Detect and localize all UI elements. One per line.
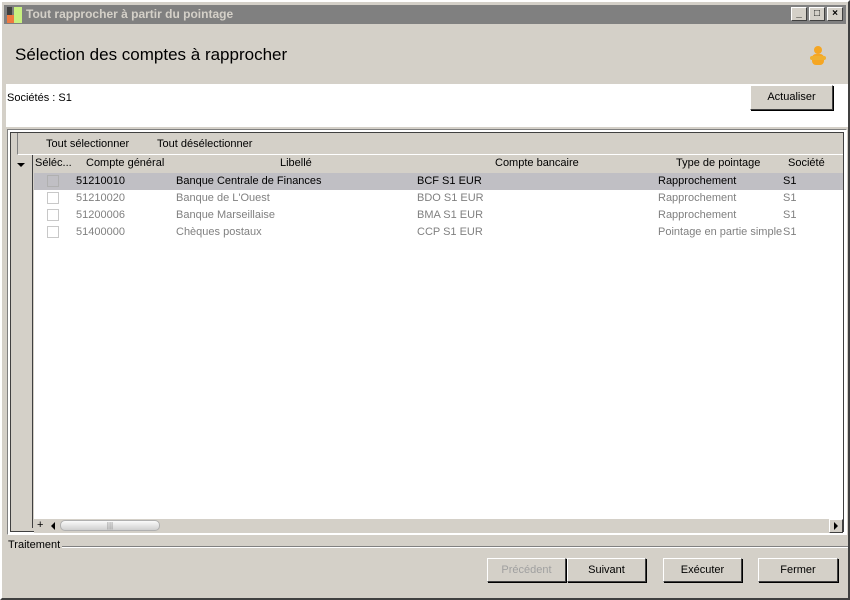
scroll-thumb[interactable]: ||| [60, 520, 160, 531]
cell-compte: 51200006 [76, 209, 125, 221]
cell-societe: S1 [783, 175, 797, 187]
cell-societe: S1 [783, 209, 797, 221]
col-select[interactable]: Séléc... [35, 157, 72, 169]
cell-libelle: Chèques postaux [176, 226, 262, 238]
col-compte-bancaire[interactable]: Compte bancaire [495, 157, 579, 169]
societes-label: Sociétés : S1 [7, 92, 72, 104]
cell-compte: 51400000 [76, 226, 125, 238]
row-checkbox[interactable] [47, 192, 59, 204]
cell-type: Pointage en partie simple [658, 226, 783, 238]
close-button[interactable]: × [827, 7, 843, 21]
person-icon [810, 46, 826, 65]
actualiser-button[interactable]: Actualiser [750, 85, 833, 110]
cell-type: Rapprochement [658, 192, 737, 204]
cell-libelle: Banque Centrale de Finances [176, 175, 322, 187]
maximize-button[interactable]: □ [809, 7, 825, 21]
table-row[interactable]: 51210010 Banque Centrale de Finances BCF… [34, 173, 843, 190]
cell-bancaire: BCF S1 EUR [417, 175, 482, 187]
window-title: Tout rapprocher à partir du pointage [26, 7, 234, 21]
cell-type: Rapprochement [658, 209, 737, 221]
cell-societe: S1 [783, 226, 797, 238]
table-row[interactable]: 51200006 Banque Marseillaise BMA S1 EUR … [34, 207, 843, 224]
grid-frame: Tout sélectionner Tout désélectionner Sé… [7, 129, 847, 535]
filter-panel: Sociétés : S1 [6, 84, 848, 127]
cell-bancaire: BDO S1 EUR [417, 192, 484, 204]
grid-body: 51210010 Banque Centrale de Finances BCF… [34, 173, 843, 519]
close-dialog-button[interactable]: Fermer [758, 558, 838, 582]
previous-button[interactable]: Précédent [487, 558, 566, 582]
horizontal-scrollbar[interactable]: + ||| [34, 519, 843, 533]
window: Tout rapprocher à partir du pointage _ □… [0, 0, 850, 600]
app-icon [7, 7, 23, 23]
cell-societe: S1 [783, 192, 797, 204]
dropdown-arrow-icon[interactable] [17, 163, 25, 167]
page-title: Sélection des comptes à rapprocher [15, 45, 288, 64]
column-header: Séléc... Compte général Libellé Compte b… [34, 155, 843, 172]
col-compte-general[interactable]: Compte général [86, 157, 164, 169]
col-libelle[interactable]: Libellé [280, 157, 312, 169]
execute-button[interactable]: Exécuter [663, 558, 742, 582]
col-societe[interactable]: Société [788, 157, 825, 169]
divider [8, 546, 848, 548]
section-traitement: Traitement [8, 539, 63, 551]
table-row[interactable]: 51400000 Chèques postaux CCP S1 EUR Poin… [34, 224, 843, 241]
grid-toolbar: Tout sélectionner Tout désélectionner [17, 133, 843, 155]
minimize-button[interactable]: _ [791, 7, 807, 21]
cell-libelle: Banque de L'Ouest [176, 192, 270, 204]
cell-compte: 51210020 [76, 192, 125, 204]
cell-libelle: Banque Marseillaise [176, 209, 276, 221]
title-bar: Tout rapprocher à partir du pointage _ □… [4, 5, 846, 24]
row-checkbox[interactable] [47, 209, 59, 221]
row-gutter [11, 155, 33, 528]
next-button[interactable]: Suivant [567, 558, 646, 582]
add-row-button[interactable]: + [37, 519, 43, 531]
row-checkbox[interactable] [47, 175, 59, 187]
select-all-button[interactable]: Tout sélectionner [46, 138, 129, 150]
table-row[interactable]: 51210020 Banque de L'Ouest BDO S1 EUR Ra… [34, 190, 843, 207]
scroll-right-icon[interactable] [829, 519, 843, 533]
cell-bancaire: BMA S1 EUR [417, 209, 484, 221]
col-type-pointage[interactable]: Type de pointage [676, 157, 760, 169]
cell-type: Rapprochement [658, 175, 737, 187]
deselect-all-button[interactable]: Tout désélectionner [157, 138, 252, 150]
header: Sélection des comptes à rapprocher [4, 24, 848, 84]
cell-compte: 51210010 [76, 175, 125, 187]
cell-bancaire: CCP S1 EUR [417, 226, 483, 238]
row-checkbox[interactable] [47, 226, 59, 238]
scroll-left-icon[interactable] [51, 522, 55, 530]
